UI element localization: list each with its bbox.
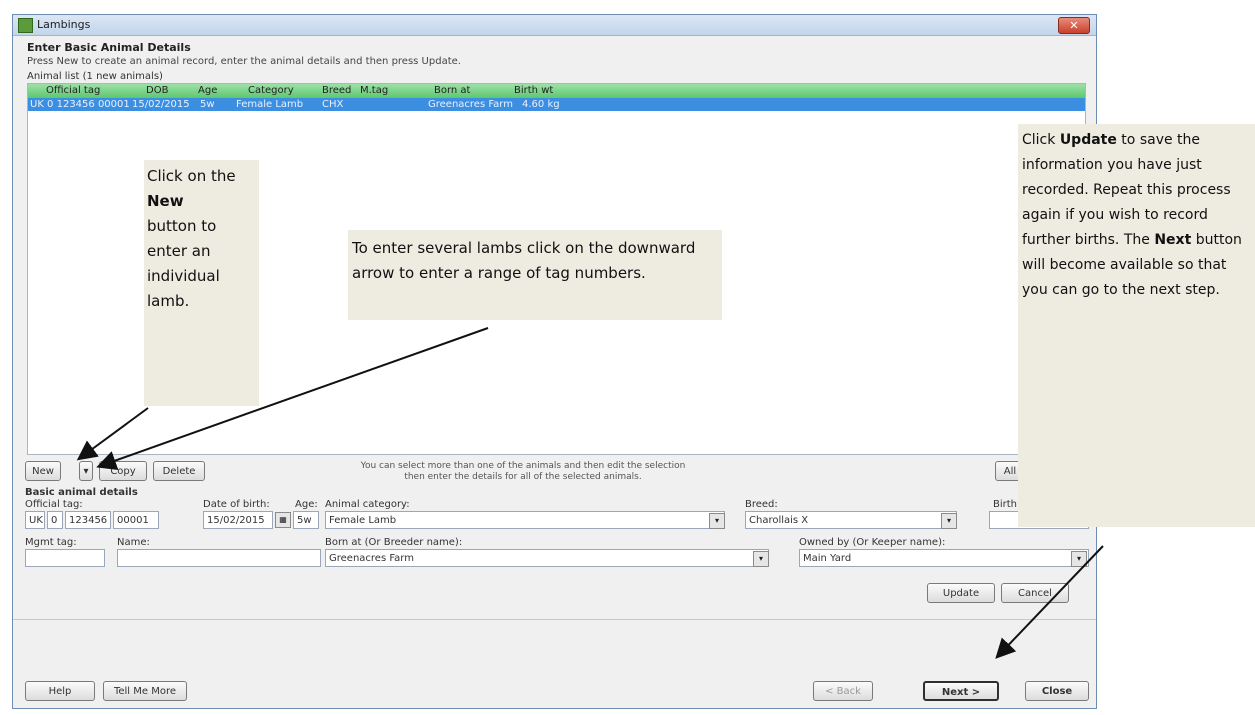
arrow-to-update [995, 545, 1104, 659]
arrow-to-new [76, 407, 149, 461]
annotation-arrows [76, 327, 1104, 659]
arrow-to-dropdown [96, 327, 489, 471]
